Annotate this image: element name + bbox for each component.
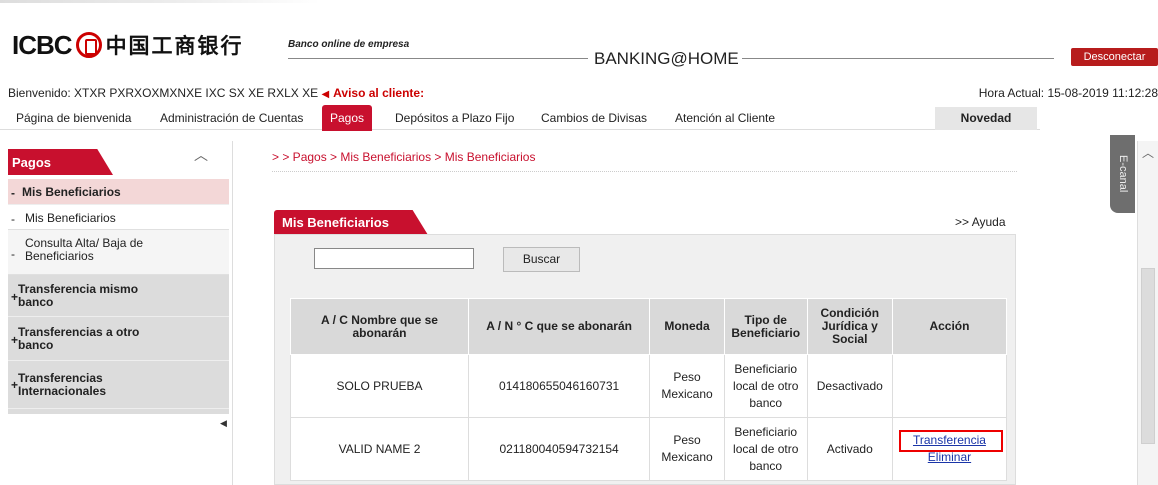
- logo-seal-icon: [75, 32, 102, 58]
- eliminar-link[interactable]: Eliminar: [897, 449, 1002, 466]
- cell-type: Beneficiario local de otro banco: [723, 354, 808, 418]
- beneficiaries-table: A / C Nombre que se abonarán A / N ° C q…: [289, 298, 1008, 481]
- sidebar-item-consulta-alta-baja[interactable]: - Consulta Alta/ Baja de Beneficiarios: [8, 230, 229, 275]
- collapse-mark-icon: -: [11, 186, 15, 200]
- novedad-button[interactable]: Novedad: [935, 107, 1037, 130]
- logout-button[interactable]: Desconectar: [1071, 48, 1158, 66]
- table-row: SOLO PRUEBA 014180655046160731 Peso Mexi…: [289, 354, 1008, 418]
- column-header-tipo: Tipo de Beneficiario: [723, 298, 808, 355]
- chevron-up-icon[interactable]: ︿: [194, 145, 208, 165]
- menu-item-administracion-cuentas[interactable]: Administración de Cuentas: [160, 107, 303, 130]
- sidebar-group-label: Transferencias a otro banco: [18, 325, 140, 352]
- search-input[interactable]: [314, 248, 474, 269]
- scrollbar-thumb[interactable]: [1141, 268, 1155, 444]
- current-time: Hora Actual: 15-08-2019 11:12:28: [978, 86, 1158, 100]
- menu-item-depositos-plazo-fijo[interactable]: Depósitos a Plazo Fijo: [395, 107, 514, 130]
- client-notice-link[interactable]: Aviso al cliente:: [333, 86, 424, 100]
- breadcrumb: > > Pagos > Mis Beneficiarios > Mis Bene…: [272, 150, 536, 164]
- cell-account: 014180655046160731: [468, 354, 651, 418]
- breadcrumb-divider: [272, 171, 1017, 172]
- cell-type: Beneficiario local de otro banco: [723, 417, 808, 481]
- logo-latin-text: ICBC: [12, 29, 73, 60]
- bullet-mark-icon: -: [11, 212, 15, 226]
- bullet-mark-icon: -: [11, 247, 15, 261]
- sidebar-footer: [8, 409, 229, 414]
- sidebar-item-label: Consulta Alta/ Baja de Beneficiarios: [25, 236, 144, 263]
- cell-actions: Transferencia Eliminar: [891, 417, 1008, 481]
- cell-status: Activado: [806, 417, 893, 481]
- main-menu: Página de bienvenida Administración de C…: [0, 105, 1040, 131]
- header-divider-right: [742, 58, 1054, 59]
- cell-actions: [891, 354, 1008, 418]
- logo-chinese-text: 中国工商银行: [105, 34, 244, 58]
- panel-title: Mis Beneficiarios: [274, 210, 428, 235]
- table-header-row: A / C Nombre que se abonarán A / N ° C q…: [289, 298, 1008, 355]
- sidebar-title: Pagos: [8, 149, 113, 175]
- menu-item-atencion-cliente[interactable]: Atención al Cliente: [675, 107, 775, 130]
- column-header-condicion: Condición Jurídica y Social: [806, 298, 893, 355]
- menu-item-cambios-divisas[interactable]: Cambios de Divisas: [541, 107, 647, 130]
- transferencia-link[interactable]: Transferencia: [897, 432, 1002, 449]
- slogan: Banco online de empresa: [288, 39, 410, 50]
- expand-mark-icon: +: [11, 378, 19, 392]
- cell-name: VALID NAME 2: [289, 417, 470, 481]
- sidebar-item-label: Mis Beneficiarios: [25, 211, 116, 225]
- chevron-up-icon[interactable]: ︿: [1142, 144, 1154, 161]
- sidebar-group-label: Transferencia mismo banco: [18, 282, 139, 309]
- sidebar-group-transferencias-otro-banco[interactable]: + Transferencias a otro banco: [8, 317, 229, 361]
- ecanal-tab[interactable]: E-canal: [1110, 135, 1135, 213]
- sidebar-collapse-icon[interactable]: ◀: [220, 418, 227, 429]
- cell-name: SOLO PRUEBA: [289, 354, 470, 418]
- brand-label: BANKING@HOME: [592, 49, 741, 69]
- column-header-moneda: Moneda: [649, 298, 725, 355]
- cell-account: 021180040594732154: [468, 417, 651, 481]
- sidebar-group-transferencias-internacionales[interactable]: + Transferencias Internacionales: [8, 361, 229, 409]
- header-divider: [288, 58, 588, 59]
- table-row: VALID NAME 2 021180040594732154 Peso Mex…: [289, 417, 1008, 481]
- sidebar-group-label: Mis Beneficiarios: [22, 185, 121, 199]
- column-header-accion: Acción: [891, 298, 1008, 355]
- sidebar-divider: [232, 141, 233, 485]
- expand-mark-icon: +: [11, 290, 19, 304]
- sidebar: Pagos ︿ - Mis Beneficiarios - Mis Benefi…: [0, 141, 232, 485]
- search-button[interactable]: Buscar: [503, 247, 580, 272]
- column-header-nombre: A / C Nombre que se abonarán: [289, 298, 470, 355]
- expand-mark-icon: +: [11, 333, 19, 347]
- top-decoration-line: [0, 0, 320, 3]
- sidebar-item-mis-beneficiarios[interactable]: - Mis Beneficiarios: [8, 205, 229, 230]
- help-link[interactable]: >> Ayuda: [955, 215, 1006, 229]
- cell-status: Desactivado: [806, 354, 893, 418]
- sidebar-group-mis-beneficiarios[interactable]: - Mis Beneficiarios: [8, 179, 229, 205]
- alert-arrow-icon: ◀: [321, 89, 330, 100]
- welcome-bar: Bienvenido: XTXR PXRXOXMXNXE IXC SX XE R…: [8, 86, 424, 100]
- cell-currency: Peso Mexicano: [649, 354, 725, 418]
- cell-currency: Peso Mexicano: [649, 417, 725, 481]
- menu-item-pagos[interactable]: Pagos: [322, 105, 373, 131]
- welcome-text: Bienvenido: XTXR PXRXOXMXNXE IXC SX XE R…: [8, 86, 319, 100]
- sidebar-group-label: Transferencias Internacionales: [18, 371, 107, 398]
- column-header-cuenta: A / N ° C que se abonarán: [468, 298, 651, 355]
- sidebar-group-transferencia-mismo-banco[interactable]: + Transferencia mismo banco: [8, 275, 229, 317]
- menu-item-bienvenida[interactable]: Página de bienvenida: [16, 107, 131, 130]
- icbc-logo: ICBC 中国工商银行: [12, 30, 244, 60]
